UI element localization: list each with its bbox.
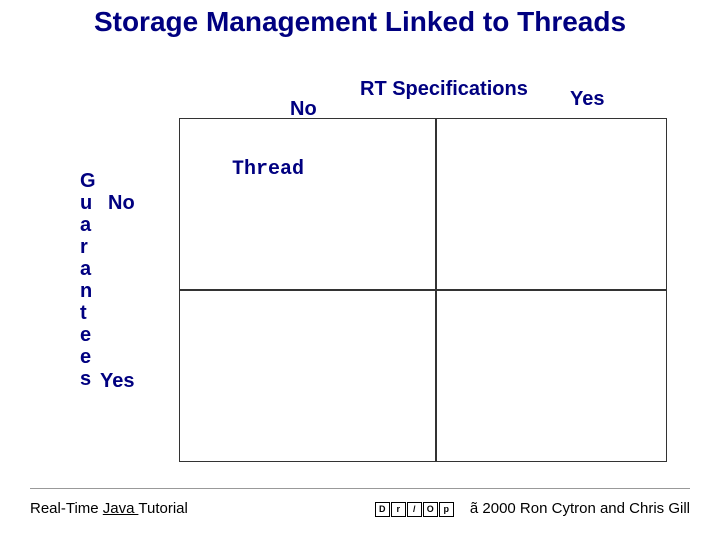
footer-left-underlined: Java [103,500,139,517]
grid-cell-bottom-left [179,290,436,462]
slide-title: Storage Management Linked to Threads [0,6,720,38]
grid-cell-top-right [436,118,667,290]
logo-icon: D r / O p [375,502,454,517]
cell-content-thread: Thread [232,158,304,181]
logo-letter: / [407,502,422,517]
axis-side-text: Guarantees [80,170,96,390]
footer-right: D r / O p ã 2000 Ron Cytron and Chris Gi… [375,500,690,517]
row-header-no: No [108,192,135,215]
row-header-yes: Yes [100,370,134,393]
footer-left-tail: Tutorial [138,500,187,517]
grid-cell-bottom-right [436,290,667,462]
logo-letter: r [391,502,406,517]
grid-cell-top-left [179,118,436,290]
logo-letter: p [439,502,454,517]
footer-left: Real-Time Java Tutorial [30,500,188,517]
axis-top-label: RT Specifications [360,78,528,101]
footer-divider [30,488,690,489]
axis-side-label: Guarantees [80,170,94,390]
footer-left-plain: Real-Time [30,500,103,517]
logo-letter: D [375,502,390,517]
column-header-yes: Yes [570,88,604,111]
logo-letter: O [423,502,438,517]
footer: Real-Time Java Tutorial D r / O p ã 2000… [30,500,690,517]
footer-copyright: ã 2000 Ron Cytron and Chris Gill [470,500,690,517]
